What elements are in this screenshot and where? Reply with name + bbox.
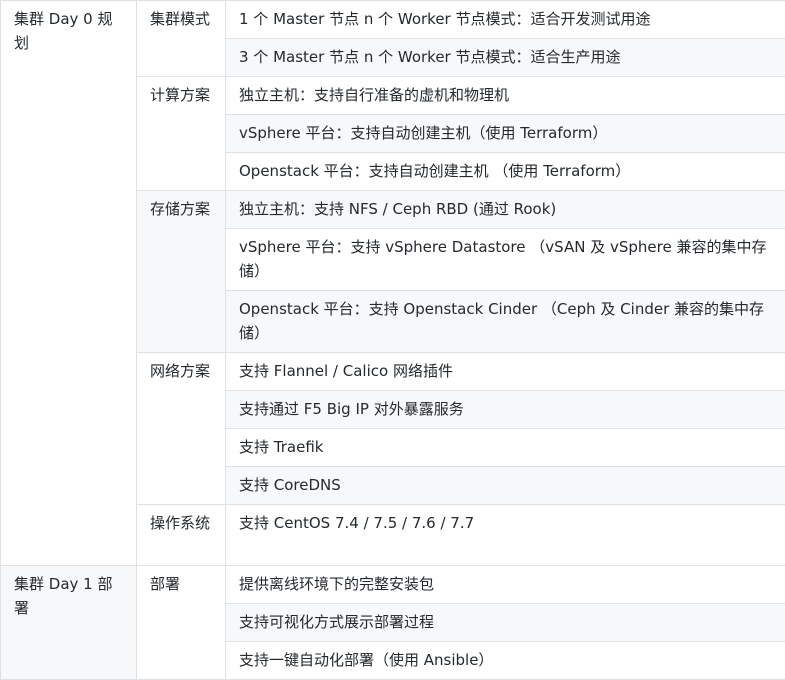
category-cell: 操作系统: [137, 505, 226, 566]
table-body: 集群 Day 0 规划 集群模式 1 个 Master 节点 n 个 Worke…: [1, 1, 785, 680]
item-cell: 独立主机：支持 NFS / Ceph RBD (通过 Rook): [226, 191, 785, 229]
item-cell: 提供离线环境下的完整安装包: [226, 566, 785, 604]
item-cell: 支持 Flannel / Calico 网络插件: [226, 353, 785, 391]
item-cell: 支持通过 F5 Big IP 对外暴露服务: [226, 391, 785, 429]
category-cell: 计算方案: [137, 77, 226, 191]
table-row: 集群 Day 1 部署 部署 提供离线环境下的完整安装包: [1, 566, 785, 604]
item-cell: 3 个 Master 节点 n 个 Worker 节点模式：适合生产用途: [226, 39, 785, 77]
item-cell: 支持 Traefik: [226, 429, 785, 467]
item-cell: 支持 CoreDNS: [226, 467, 785, 505]
feature-table: 集群 Day 0 规划 集群模式 1 个 Master 节点 n 个 Worke…: [0, 0, 785, 680]
item-cell: vSphere 平台：支持自动创建主机（使用 Terraform）: [226, 115, 785, 153]
stage-cell: 集群 Day 0 规划: [1, 1, 137, 566]
item-cell: 支持 CentOS 7.4 / 7.5 / 7.6 / 7.7: [226, 505, 785, 566]
table-row: 集群 Day 0 规划 集群模式 1 个 Master 节点 n 个 Worke…: [1, 1, 785, 39]
stage-cell: 集群 Day 1 部署: [1, 566, 137, 680]
category-cell: 网络方案: [137, 353, 226, 505]
item-cell: 1 个 Master 节点 n 个 Worker 节点模式：适合开发测试用途: [226, 1, 785, 39]
item-cell: Openstack 平台：支持自动创建主机 （使用 Terraform）: [226, 153, 785, 191]
item-cell: 独立主机：支持自行准备的虚机和物理机: [226, 77, 785, 115]
item-cell: 支持一键自动化部署（使用 Ansible）: [226, 642, 785, 680]
item-cell: Openstack 平台：支持 Openstack Cinder （Ceph 及…: [226, 291, 785, 353]
category-cell: 集群模式: [137, 1, 226, 77]
item-cell: vSphere 平台：支持 vSphere Datastore （vSAN 及 …: [226, 229, 785, 291]
item-cell: 支持可视化方式展示部署过程: [226, 604, 785, 642]
category-cell: 存储方案: [137, 191, 226, 353]
category-cell: 部署: [137, 566, 226, 680]
